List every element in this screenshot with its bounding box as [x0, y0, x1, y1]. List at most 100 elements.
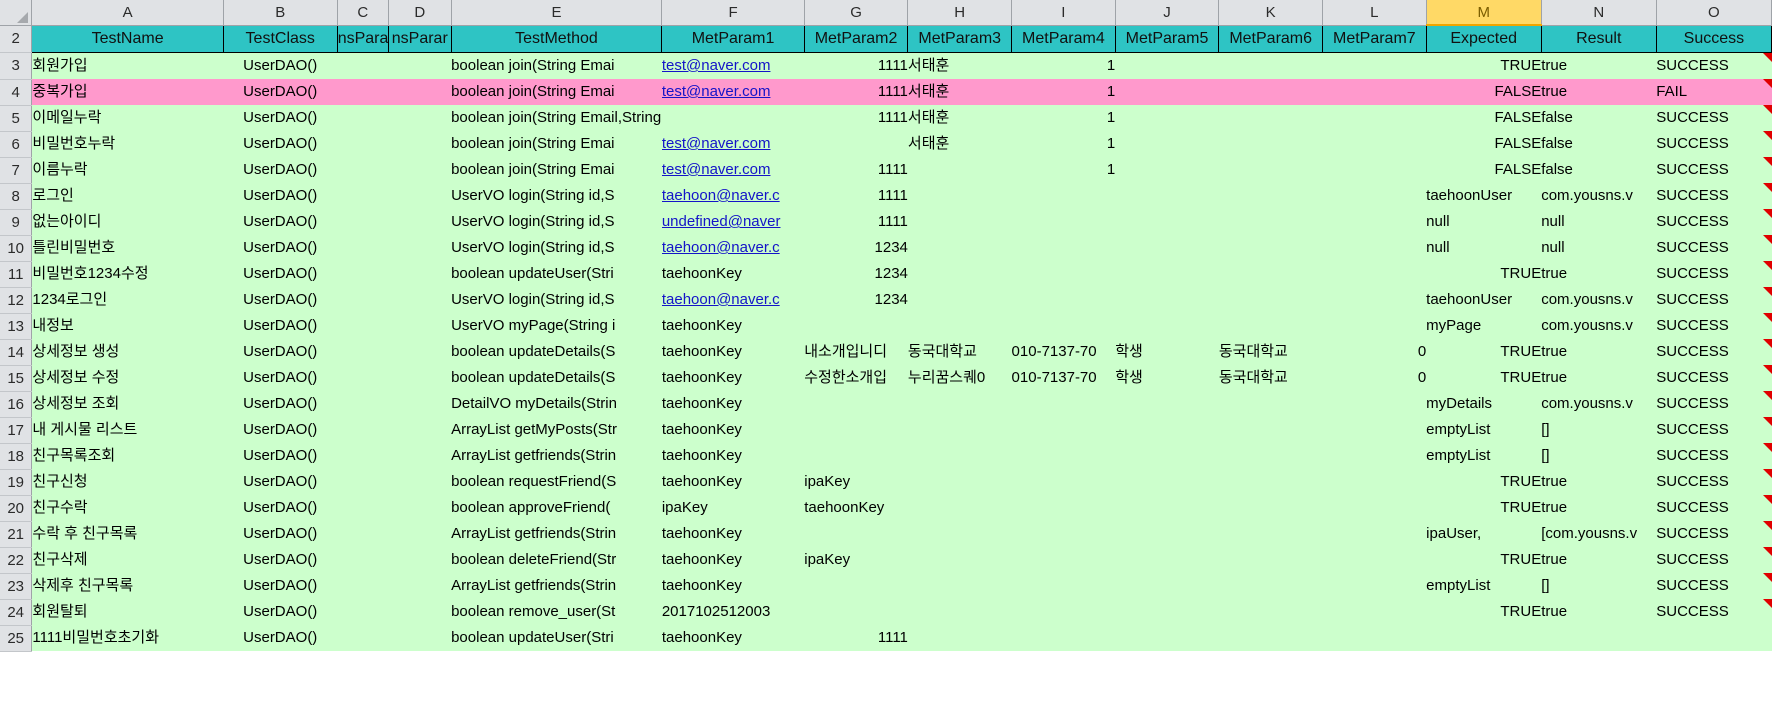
row-number-23[interactable]: 23 — [0, 573, 33, 600]
cell-metparam7[interactable]: 0 — [1322, 365, 1427, 391]
column-header-b[interactable]: B — [223, 0, 338, 26]
cell-nsparam-d[interactable] — [388, 495, 452, 521]
cell-nsparam-d[interactable] — [388, 391, 452, 417]
cell-metparam7[interactable] — [1322, 469, 1427, 495]
cell-metparam5[interactable] — [1115, 417, 1219, 443]
comment-marker-icon[interactable] — [1762, 235, 1772, 244]
table-row[interactable]: 7 이름누락 UserDAO() boolean join(String Emai te… — [0, 157, 1772, 184]
cell-metparam5[interactable]: 학생 — [1115, 339, 1219, 365]
cell-expected[interactable]: null — [1426, 209, 1542, 235]
cell-result[interactable]: true — [1541, 79, 1657, 105]
cell-testname[interactable]: 친구신청 — [31, 469, 224, 495]
cell-nsparam-c[interactable] — [337, 287, 389, 313]
table-row[interactable]: 25 1111비밀번호초기화 UserDAO() boolean updateUser… — [0, 625, 1772, 652]
cell-nsparam-d[interactable] — [388, 313, 452, 339]
cell-metparam4[interactable] — [1011, 209, 1116, 235]
cell-metparam3[interactable] — [907, 235, 1012, 261]
cell-metparam1[interactable]: taehoon@naver.c — [661, 183, 805, 209]
cell-metparam5[interactable] — [1115, 391, 1219, 417]
row-number-17[interactable]: 17 — [0, 417, 33, 444]
cell-metparam2[interactable] — [804, 573, 908, 599]
cell-metparam2[interactable]: 1111 — [804, 79, 908, 105]
cell-metparam6[interactable] — [1218, 521, 1323, 547]
comment-marker-icon[interactable] — [1762, 391, 1772, 400]
cell-nsparam-c[interactable] — [337, 183, 389, 209]
cell-metparam4[interactable] — [1011, 599, 1116, 625]
cell-metparam4[interactable] — [1011, 521, 1116, 547]
cell-testmethod[interactable]: boolean updateDetails(S — [451, 339, 662, 365]
cell-testname[interactable]: 회원가입 — [31, 52, 224, 79]
cell-nsparam-c[interactable] — [337, 443, 389, 469]
cell-testclass[interactable]: UserDAO() — [223, 339, 338, 365]
cell-nsparam-c[interactable] — [337, 157, 389, 183]
cell-result[interactable]: [] — [1541, 417, 1657, 443]
cell-metparam3[interactable] — [907, 313, 1012, 339]
cell-testclass[interactable]: UserDAO() — [223, 313, 338, 339]
cell-testname[interactable]: 이름누락 — [31, 157, 224, 183]
cell-success[interactable]: SUCCESS — [1656, 339, 1772, 365]
cell-testmethod[interactable]: UserVO login(String id,S — [451, 183, 662, 209]
cell-testname[interactable]: 1234로그인 — [31, 287, 224, 313]
cell-metparam7[interactable] — [1322, 52, 1427, 79]
column-title-metparam2[interactable]: MetParam2 — [803, 24, 909, 53]
comment-marker-icon[interactable] — [1762, 261, 1772, 270]
row-number-8[interactable]: 8 — [0, 183, 33, 210]
column-header-m[interactable]: M — [1426, 0, 1542, 26]
cell-result[interactable]: null — [1541, 209, 1657, 235]
table-row[interactable]: 23 삭제후 친구목록 UserDAO() ArrayList getfriends(… — [0, 573, 1772, 600]
comment-marker-icon[interactable] — [1762, 79, 1772, 88]
cell-testmethod[interactable]: boolean remove_user(St — [451, 599, 662, 625]
comment-marker-icon[interactable] — [1762, 53, 1772, 62]
cell-metparam7[interactable] — [1322, 625, 1427, 651]
cell-metparam2[interactable] — [804, 599, 908, 625]
cell-testmethod[interactable]: boolean join(String Emai — [451, 52, 662, 79]
cell-testmethod[interactable]: DetailVO myDetails(Strin — [451, 391, 662, 417]
cell-expected[interactable]: TRUE — [1426, 547, 1542, 573]
cell-metparam7[interactable] — [1322, 183, 1427, 209]
cell-success[interactable]: SUCCESS — [1656, 443, 1772, 469]
cell-metparam1[interactable]: taehoonKey — [661, 417, 805, 443]
comment-marker-icon[interactable] — [1762, 521, 1772, 530]
cell-metparam5[interactable] — [1115, 209, 1219, 235]
cell-metparam5[interactable] — [1115, 287, 1219, 313]
cell-metparam4[interactable]: 1 — [1011, 157, 1116, 183]
email-hyperlink[interactable]: test@naver.com — [662, 57, 771, 74]
column-title-expected[interactable]: Expected — [1425, 24, 1542, 53]
email-hyperlink[interactable]: taehoon@naver.c — [662, 187, 780, 204]
cell-metparam7[interactable] — [1322, 157, 1427, 183]
cell-testmethod[interactable]: UserVO login(String id,S — [451, 287, 662, 313]
cell-success[interactable]: SUCCESS — [1656, 209, 1772, 235]
table-row[interactable]: 9 없는아이디 UserDAO() UserVO login(String id,S u… — [0, 209, 1772, 236]
cell-metparam6[interactable]: 동국대학교 — [1218, 365, 1323, 391]
column-header-a[interactable]: A — [31, 0, 224, 26]
cell-metparam3[interactable] — [907, 521, 1012, 547]
cell-metparam3[interactable] — [907, 469, 1012, 495]
cell-testmethod[interactable]: boolean deleteFriend(Str — [451, 547, 662, 573]
cell-testclass[interactable]: UserDAO() — [223, 625, 338, 651]
cell-testclass[interactable]: UserDAO() — [223, 209, 338, 235]
row-number-10[interactable]: 10 — [0, 235, 33, 262]
row-number-20[interactable]: 20 — [0, 495, 33, 522]
cell-expected[interactable]: FALSE — [1426, 157, 1542, 183]
cell-metparam6[interactable] — [1218, 443, 1323, 469]
cell-nsparam-d[interactable] — [388, 183, 452, 209]
cell-metparam1[interactable]: taehoonKey — [661, 521, 805, 547]
cell-expected[interactable]: emptyList — [1426, 573, 1542, 599]
cell-nsparam-d[interactable] — [388, 547, 452, 573]
cell-expected[interactable]: TRUE — [1426, 339, 1542, 365]
table-row[interactable]: 3 회원가입 UserDAO() boolean join(String Emai te… — [0, 52, 1772, 80]
cell-metparam5[interactable] — [1115, 261, 1219, 287]
cell-success[interactable]: SUCCESS — [1656, 365, 1772, 391]
cell-testmethod[interactable]: ArrayList getfriends(Strin — [451, 443, 662, 469]
cell-metparam4[interactable] — [1011, 235, 1116, 261]
cell-metparam1[interactable]: ipaKey — [661, 495, 805, 521]
cell-metparam1[interactable]: taehoonKey — [661, 313, 805, 339]
cell-testname[interactable]: 내정보 — [31, 313, 224, 339]
comment-marker-icon[interactable] — [1762, 573, 1772, 582]
cell-testclass[interactable]: UserDAO() — [223, 365, 338, 391]
comment-marker-icon[interactable] — [1762, 287, 1772, 296]
cell-metparam4[interactable] — [1011, 469, 1116, 495]
comment-marker-icon[interactable] — [1762, 209, 1772, 218]
cell-nsparam-d[interactable] — [388, 469, 452, 495]
cell-metparam7[interactable] — [1322, 547, 1427, 573]
